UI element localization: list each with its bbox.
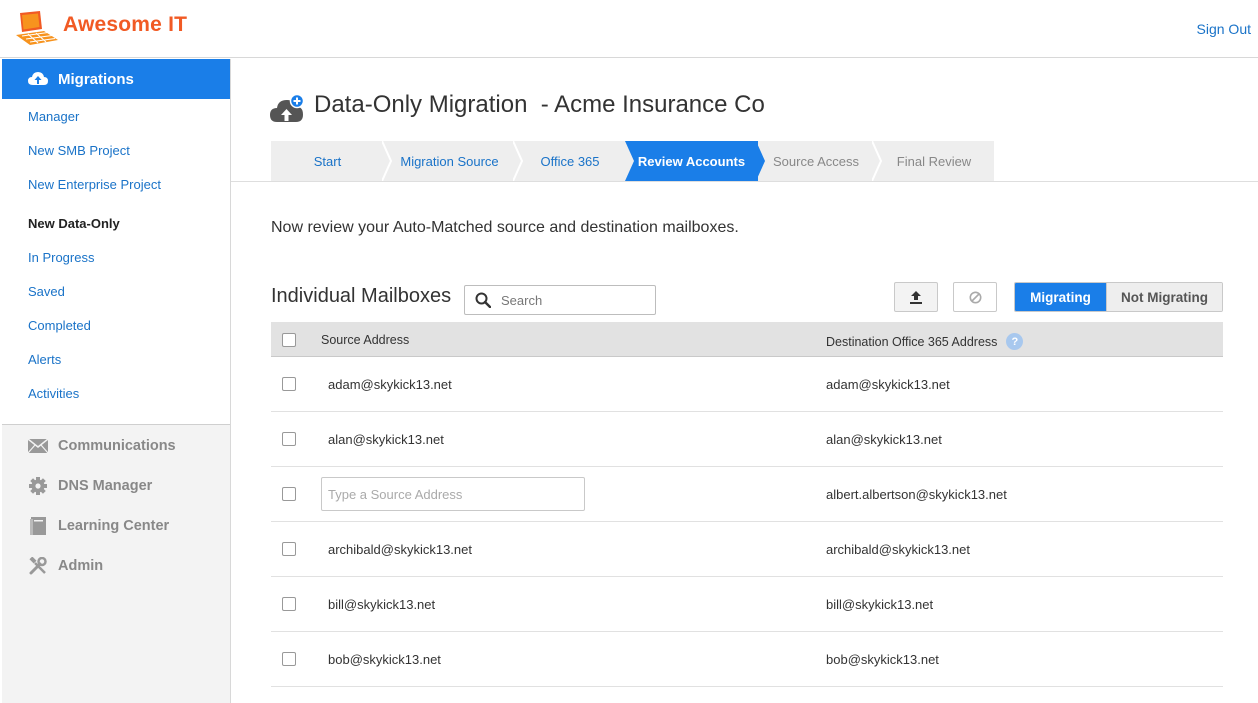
top-header: Awesome IT Sign Out bbox=[0, 0, 1258, 58]
laptop-logo-icon bbox=[16, 11, 58, 45]
divider bbox=[231, 181, 1258, 182]
upload-button[interactable] bbox=[894, 282, 938, 312]
page-title: Data-Only Migration - Acme Insurance Co bbox=[314, 91, 765, 118]
wizard-steps: Start Migration Source Office 365 Review… bbox=[271, 141, 994, 181]
sidebar-section-label: Admin bbox=[58, 558, 104, 574]
sidebar: Migrations Manager New SMB Project New E… bbox=[2, 59, 231, 703]
table-header: Source Address Destination Office 365 Ad… bbox=[271, 322, 1223, 357]
envelope-icon bbox=[27, 436, 49, 456]
sidebar-item-in-progress[interactable]: In Progress bbox=[28, 250, 94, 265]
column-header-source: Source Address bbox=[321, 333, 410, 347]
column-header-destination: Destination Office 365 Address ? bbox=[826, 333, 1024, 350]
upload-icon bbox=[910, 290, 922, 304]
sidebar-section-communications[interactable]: Communications bbox=[27, 436, 176, 456]
step-start[interactable]: Start bbox=[271, 141, 392, 181]
step-label: Source Access bbox=[773, 153, 859, 169]
tools-icon bbox=[27, 556, 49, 576]
sidebar-item-completed[interactable]: Completed bbox=[28, 318, 91, 333]
step-label: Final Review bbox=[896, 153, 972, 169]
sidebar-item-saved[interactable]: Saved bbox=[28, 284, 65, 299]
destination-address: adam@skykick13.net bbox=[826, 377, 950, 392]
step-label: Office 365 bbox=[540, 153, 600, 169]
destination-address: archibald@skykick13.net bbox=[826, 542, 970, 557]
sidebar-item-migrations[interactable]: Migrations bbox=[2, 59, 230, 99]
step-source-access[interactable]: Source Access bbox=[758, 141, 882, 181]
sidebar-section-label: DNS Manager bbox=[58, 478, 153, 494]
table-row: bill@skykick13.net bill@skykick13.net bbox=[271, 577, 1223, 632]
source-address: bob@skykick13.net bbox=[328, 652, 441, 667]
brand-name: Awesome IT bbox=[63, 13, 188, 36]
row-checkbox[interactable] bbox=[282, 432, 296, 446]
search-input[interactable] bbox=[501, 292, 641, 308]
cloud-add-icon bbox=[270, 94, 305, 122]
sidebar-item-manager[interactable]: Manager bbox=[28, 109, 79, 124]
cloud-upload-icon bbox=[28, 72, 48, 85]
sidebar-section-label: Learning Center bbox=[58, 518, 170, 534]
step-label: Start bbox=[313, 153, 342, 169]
sidebar-section-learning-center[interactable]: Learning Center bbox=[27, 516, 169, 536]
gear-icon bbox=[27, 476, 49, 496]
step-label: Review Accounts bbox=[637, 153, 746, 169]
destination-address: bill@skykick13.net bbox=[826, 597, 934, 612]
migrating-toggle: Migrating Not Migrating bbox=[1014, 282, 1223, 312]
not-migrating-button[interactable]: Not Migrating bbox=[1106, 283, 1222, 311]
table-row: bob@skykick13.net bob@skykick13.net bbox=[271, 632, 1223, 687]
section-title: Individual Mailboxes bbox=[271, 285, 452, 307]
sidebar-item-label: Migrations bbox=[58, 70, 134, 88]
source-address: archibald@skykick13.net bbox=[328, 542, 472, 557]
step-label: Migration Source bbox=[400, 153, 499, 169]
step-migration-source[interactable]: Migration Source bbox=[384, 141, 523, 181]
migrating-button[interactable]: Migrating bbox=[1015, 283, 1106, 311]
exclude-button[interactable] bbox=[953, 282, 997, 312]
select-all-checkbox[interactable] bbox=[282, 333, 296, 347]
row-checkbox[interactable] bbox=[282, 597, 296, 611]
table-row: albert.albertson@skykick13.net bbox=[271, 467, 1223, 522]
table-row: alan@skykick13.net alan@skykick13.net bbox=[271, 412, 1223, 467]
help-icon[interactable]: ? bbox=[1006, 333, 1024, 350]
destination-address: alan@skykick13.net bbox=[826, 432, 942, 447]
step-final-review[interactable]: Final Review bbox=[874, 141, 994, 181]
row-checkbox[interactable] bbox=[282, 377, 296, 391]
sidebar-section-dns-manager[interactable]: DNS Manager bbox=[27, 476, 152, 496]
search-icon bbox=[475, 292, 491, 308]
column-header-label: Destination Office 365 Address bbox=[826, 334, 998, 349]
sidebar-section-admin[interactable]: Admin bbox=[27, 556, 103, 576]
sidebar-item-activities[interactable]: Activities bbox=[28, 386, 79, 401]
source-address: adam@skykick13.net bbox=[328, 377, 452, 392]
source-address: bill@skykick13.net bbox=[328, 597, 436, 612]
book-icon bbox=[27, 516, 49, 536]
sidebar-section-label: Communications bbox=[58, 438, 176, 454]
step-review-accounts[interactable]: Review Accounts bbox=[625, 141, 765, 181]
step-office-365[interactable]: Office 365 bbox=[515, 141, 625, 181]
sidebar-item-new-smb-project[interactable]: New SMB Project bbox=[28, 143, 130, 158]
sidebar-item-new-data-only[interactable]: New Data-Only bbox=[28, 216, 120, 231]
row-checkbox[interactable] bbox=[282, 542, 296, 556]
row-checkbox[interactable] bbox=[282, 487, 296, 501]
row-checkbox[interactable] bbox=[282, 652, 296, 666]
table-row: archibald@skykick13.net archibald@skykic… bbox=[271, 522, 1223, 577]
destination-address: albert.albertson@skykick13.net bbox=[826, 487, 1007, 502]
destination-address: bob@skykick13.net bbox=[826, 652, 939, 667]
sign-out-link[interactable]: Sign Out bbox=[1197, 21, 1251, 37]
source-address-input[interactable] bbox=[321, 477, 585, 511]
intro-text: Now review your Auto-Matched source and … bbox=[271, 219, 739, 236]
search-box[interactable] bbox=[464, 285, 656, 315]
ban-icon bbox=[969, 291, 981, 303]
sidebar-item-new-enterprise-project[interactable]: New Enterprise Project bbox=[28, 177, 161, 192]
sidebar-item-alerts[interactable]: Alerts bbox=[28, 352, 61, 367]
table-row: adam@skykick13.net adam@skykick13.net bbox=[271, 357, 1223, 412]
source-address: alan@skykick13.net bbox=[328, 432, 444, 447]
